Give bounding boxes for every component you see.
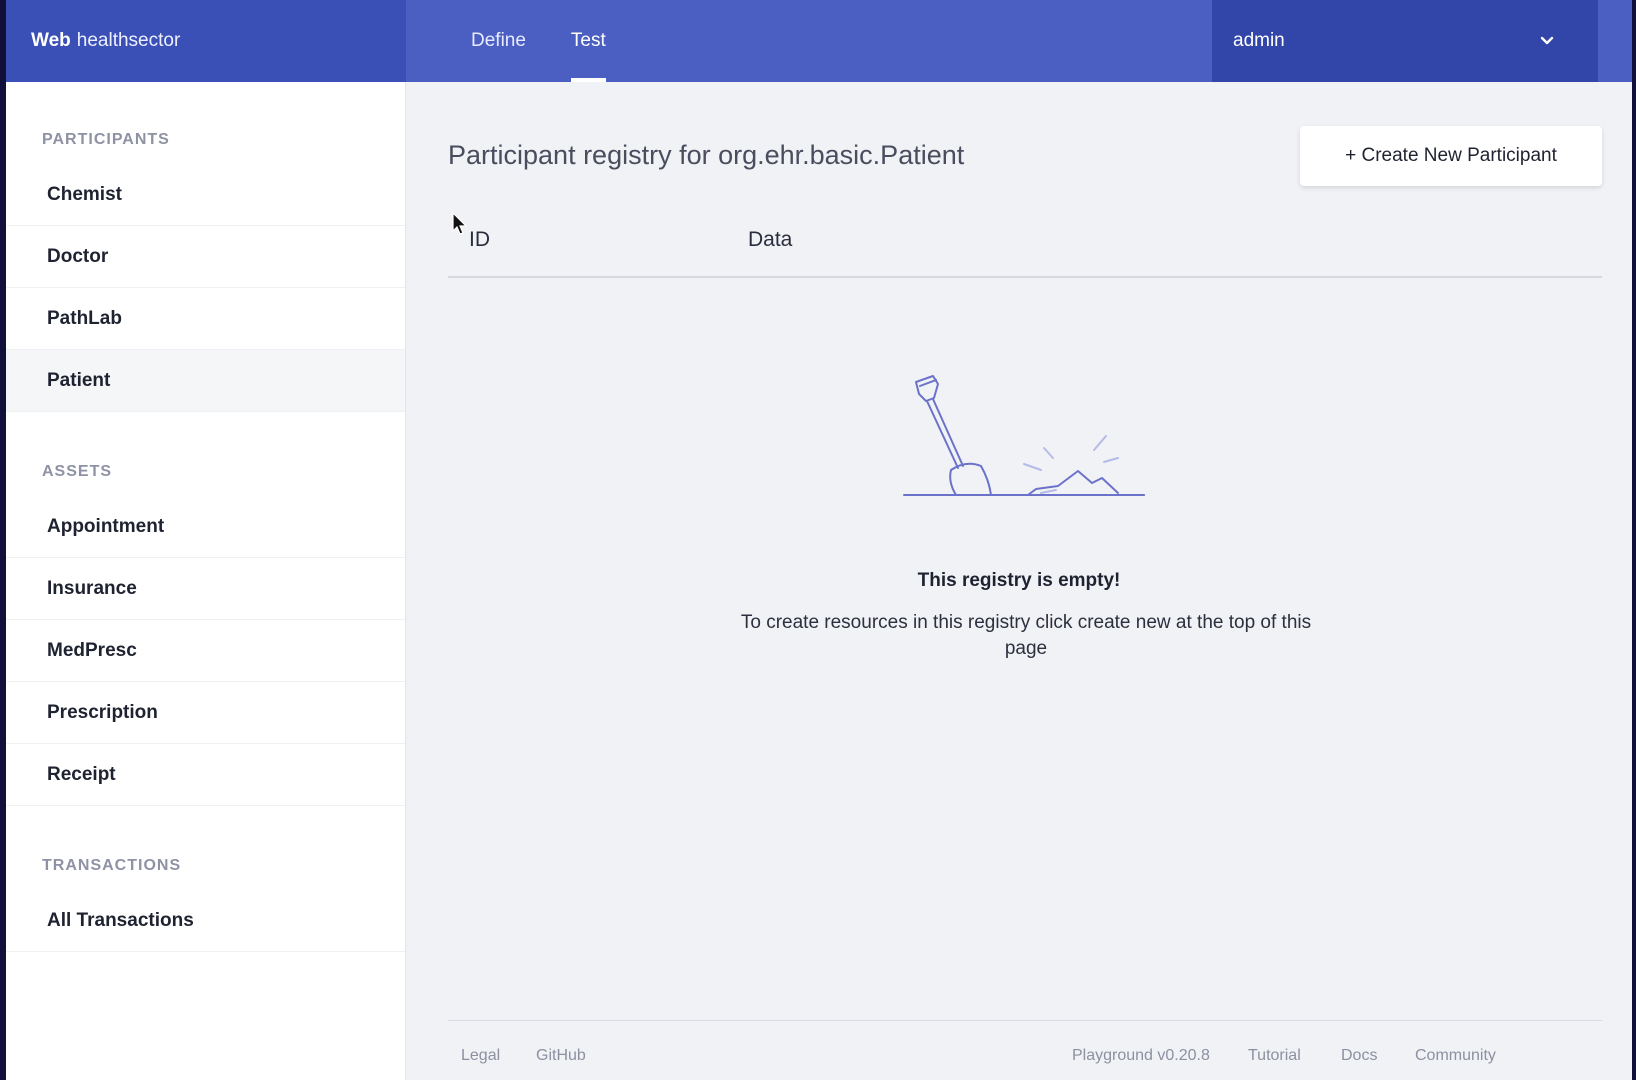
- table-header: ID Data: [448, 228, 1602, 278]
- column-header-id[interactable]: ID: [469, 228, 490, 252]
- sidebar-item-patient[interactable]: Patient: [6, 350, 405, 412]
- footer-link-community[interactable]: Community: [1415, 1047, 1496, 1065]
- footer-link-github[interactable]: GitHub: [536, 1047, 586, 1065]
- empty-state-title: This registry is empty!: [917, 570, 1121, 591]
- top-bar: Web healthsector Define Test admin: [6, 0, 1632, 82]
- user-name: admin: [1233, 30, 1285, 51]
- footer-link-legal[interactable]: Legal: [461, 1047, 500, 1065]
- sidebar-item-insurance[interactable]: Insurance: [6, 558, 405, 620]
- mouse-cursor-icon: [452, 212, 468, 235]
- footer-version: Playground v0.20.8: [1072, 1047, 1210, 1064]
- chevron-down-icon: [1540, 36, 1554, 45]
- brand-logo[interactable]: Web healthsector: [6, 0, 406, 82]
- sidebar-item-pathlab[interactable]: PathLab: [6, 288, 405, 350]
- tab-test[interactable]: Test: [570, 0, 606, 82]
- sidebar-item-receipt[interactable]: Receipt: [6, 744, 405, 806]
- sidebar: PARTICIPANTS Chemist Doctor PathLab Pati…: [6, 82, 406, 1080]
- sidebar-item-medpresc[interactable]: MedPresc: [6, 620, 405, 682]
- tab-define[interactable]: Define: [471, 0, 526, 82]
- sidebar-item-prescription[interactable]: Prescription: [6, 682, 405, 744]
- section-title-transactions: TRANSACTIONS: [42, 857, 182, 874]
- footer-link-tutorial[interactable]: Tutorial: [1248, 1047, 1301, 1065]
- footer-link-docs[interactable]: Docs: [1341, 1047, 1377, 1065]
- sidebar-item-chemist[interactable]: Chemist: [6, 164, 405, 226]
- main-nav: Define Test: [406, 0, 1212, 82]
- shovel-illustration-icon: [903, 375, 1145, 496]
- sidebar-item-all-transactions[interactable]: All Transactions: [6, 890, 405, 952]
- sidebar-item-appointment[interactable]: Appointment: [6, 496, 405, 558]
- main-content: Participant registry for org.ehr.basic.P…: [406, 82, 1632, 1080]
- app-frame: Web healthsector Define Test admin PARTI…: [6, 0, 1632, 1080]
- page-title: Participant registry for org.ehr.basic.P…: [448, 140, 965, 170]
- user-menu[interactable]: admin: [1212, 0, 1598, 82]
- empty-state-description: To create resources in this registry cli…: [740, 612, 1312, 659]
- section-title-participants: PARTICIPANTS: [42, 131, 170, 148]
- brand-bold: Web: [31, 30, 71, 51]
- sidebar-item-doctor[interactable]: Doctor: [6, 226, 405, 288]
- brand-name: healthsector: [76, 30, 181, 51]
- create-new-participant-button[interactable]: + Create New Participant: [1300, 126, 1602, 186]
- column-header-data[interactable]: Data: [748, 228, 792, 252]
- footer: Legal GitHub Playground v0.20.8 Tutorial…: [448, 1020, 1602, 1080]
- section-title-assets: ASSETS: [42, 463, 113, 480]
